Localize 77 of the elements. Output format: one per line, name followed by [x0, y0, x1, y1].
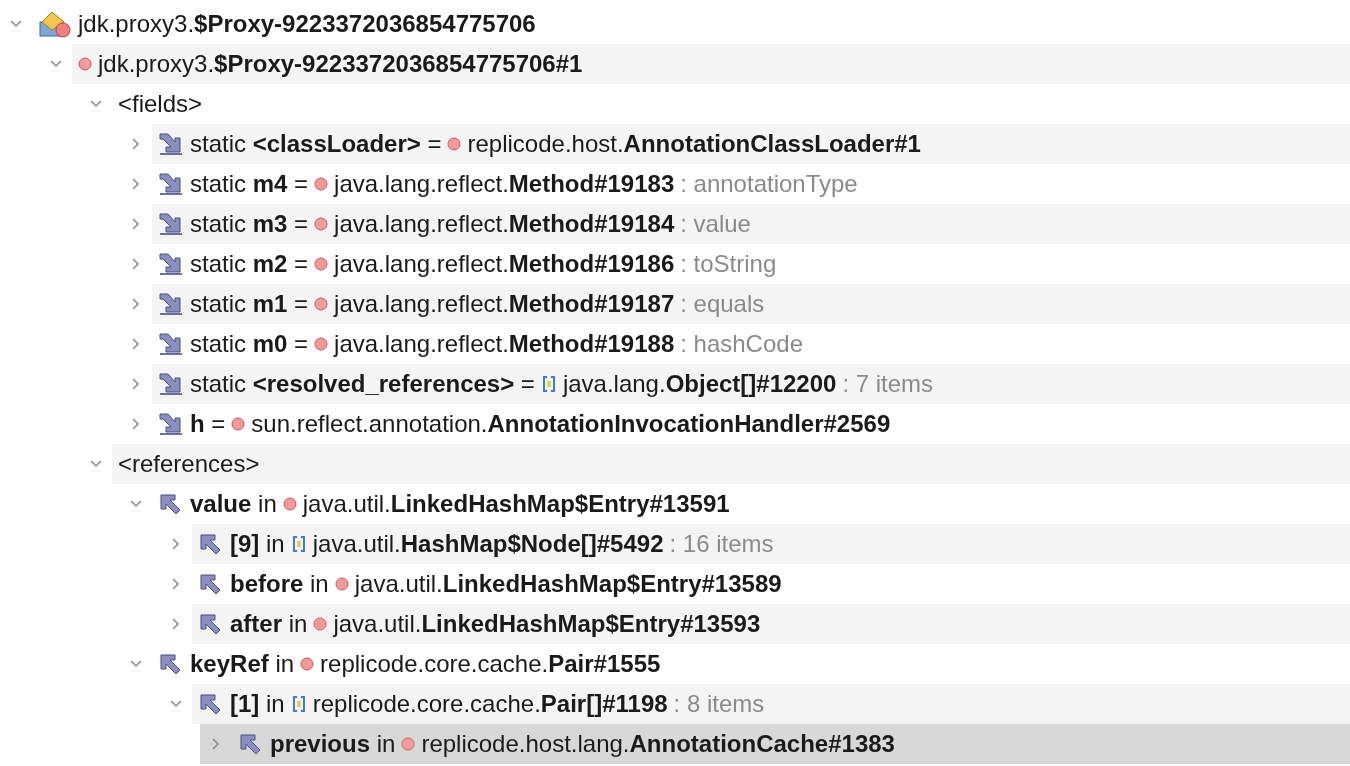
node-label: value in — [190, 489, 277, 519]
node-label: [9] in — [230, 529, 285, 559]
circle-icon — [447, 137, 462, 151]
tree-row[interactable]: h = sun.reflect.annotation.AnnotationInvocationHandler#2569 — [120, 404, 1350, 444]
node-value: replicode.host.lang.AnnotationCache#1383 — [421, 729, 895, 759]
node-value: java.util.LinkedHashMap$Entry#13589 — [354, 569, 782, 599]
arrow-icon — [158, 332, 184, 356]
tree-row[interactable]: static m4 = java.lang.reflect.Method#19183 : annotationType — [120, 164, 1350, 204]
node-value: java.lang.reflect.Method#19186 — [334, 249, 675, 279]
circle-icon — [314, 257, 329, 271]
node-value: java.lang.reflect.Method#19183 — [334, 169, 675, 199]
tree-row[interactable]: value in java.util.LinkedHashMap$Entry#13591 — [120, 484, 1350, 524]
circle-icon — [314, 217, 329, 231]
arrow-icon — [158, 212, 184, 236]
arrow-icon — [158, 412, 184, 436]
tree-row[interactable]: static m0 = java.lang.reflect.Method#19188 : hashCode — [120, 324, 1350, 364]
arrow-icon — [158, 372, 184, 396]
node-label: static m3 = — [190, 209, 309, 239]
node-note: : value — [680, 209, 751, 239]
node-label: static m1 = — [190, 289, 309, 319]
circle-icon — [282, 497, 297, 511]
bracket-icon — [290, 535, 307, 553]
node-value: java.lang.reflect.Method#19184 — [334, 209, 675, 239]
circle-icon — [78, 57, 92, 71]
node-label: after in — [230, 609, 308, 639]
node-value: java.lang.reflect.Method#19187 — [334, 289, 675, 319]
node-label: <fields> — [118, 89, 203, 119]
class-instance-icon — [38, 10, 72, 38]
node-value: java.util.HashMap$Node[]#5492 — [312, 529, 664, 559]
tree-row[interactable]: previous in replicode.host.lang.AnnotationCache#1383 — [200, 724, 1350, 764]
node-label: <references> — [118, 449, 260, 479]
node-label: static <resolved_references> = — [190, 369, 535, 399]
circle-icon — [334, 577, 349, 591]
tree-row[interactable]: static m2 = java.lang.reflect.Method#19186 : toString — [120, 244, 1350, 284]
arrow-icon — [158, 252, 184, 276]
tree-row[interactable]: jdk.proxy3.$Proxy-9223372036854775706 — [0, 4, 1350, 44]
arrow-icon — [158, 132, 184, 156]
node-label: static m2 = — [190, 249, 309, 279]
node-note: : toString — [680, 249, 777, 279]
circle-icon — [314, 297, 329, 311]
node-label: jdk.proxy3.$Proxy-9223372036854775706#1 — [98, 49, 583, 79]
node-note: : 16 items — [669, 529, 774, 559]
node-note: : hashCode — [680, 329, 803, 359]
bracket-icon — [290, 695, 307, 713]
node-label: previous in — [270, 729, 396, 759]
node-label: static <classLoader> = — [190, 129, 442, 159]
node-label: before in — [230, 569, 329, 599]
bracket-icon — [540, 375, 557, 393]
tree-row[interactable]: before in java.util.LinkedHashMap$Entry#13589 — [160, 564, 1350, 604]
circle-icon — [300, 657, 315, 671]
node-note: : equals — [680, 289, 765, 319]
node-label: jdk.proxy3.$Proxy-9223372036854775706 — [78, 9, 536, 39]
arrow-icon — [158, 172, 184, 196]
node-value: sun.reflect.annotation.AnnotationInvocationHandler#2569 — [251, 409, 891, 439]
node-label: static m4 = — [190, 169, 309, 199]
node-label: h = — [190, 409, 226, 439]
circle-icon — [314, 337, 329, 351]
node-label: [1] in — [230, 689, 285, 719]
circle-icon — [314, 177, 329, 191]
circle-icon — [231, 417, 246, 431]
node-value: replicode.core.cache.Pair[]#1198 — [312, 689, 668, 719]
node-value: replicode.host.AnnotationClassLoader#1 — [467, 129, 921, 159]
node-note: : 7 items — [842, 369, 934, 399]
circle-icon — [401, 737, 416, 751]
node-label: keyRef in — [190, 649, 295, 679]
circle-icon — [313, 617, 328, 631]
tree-row[interactable]: keyRef in replicode.core.cache.Pair#1555 — [120, 644, 1350, 684]
node-value: java.lang.Object[]#12200 — [562, 369, 837, 399]
node-label: static m0 = — [190, 329, 309, 359]
node-note: : annotationType — [680, 169, 858, 199]
node-note: : 8 items — [673, 689, 765, 719]
node-value: java.util.LinkedHashMap$Entry#13593 — [333, 609, 761, 639]
arrow-icon — [158, 292, 184, 316]
tree-row[interactable]: <fields> — [80, 84, 1350, 124]
node-value: replicode.core.cache.Pair#1555 — [320, 649, 661, 679]
node-value: java.lang.reflect.Method#19188 — [334, 329, 675, 359]
node-value: java.util.LinkedHashMap$Entry#13591 — [302, 489, 730, 519]
